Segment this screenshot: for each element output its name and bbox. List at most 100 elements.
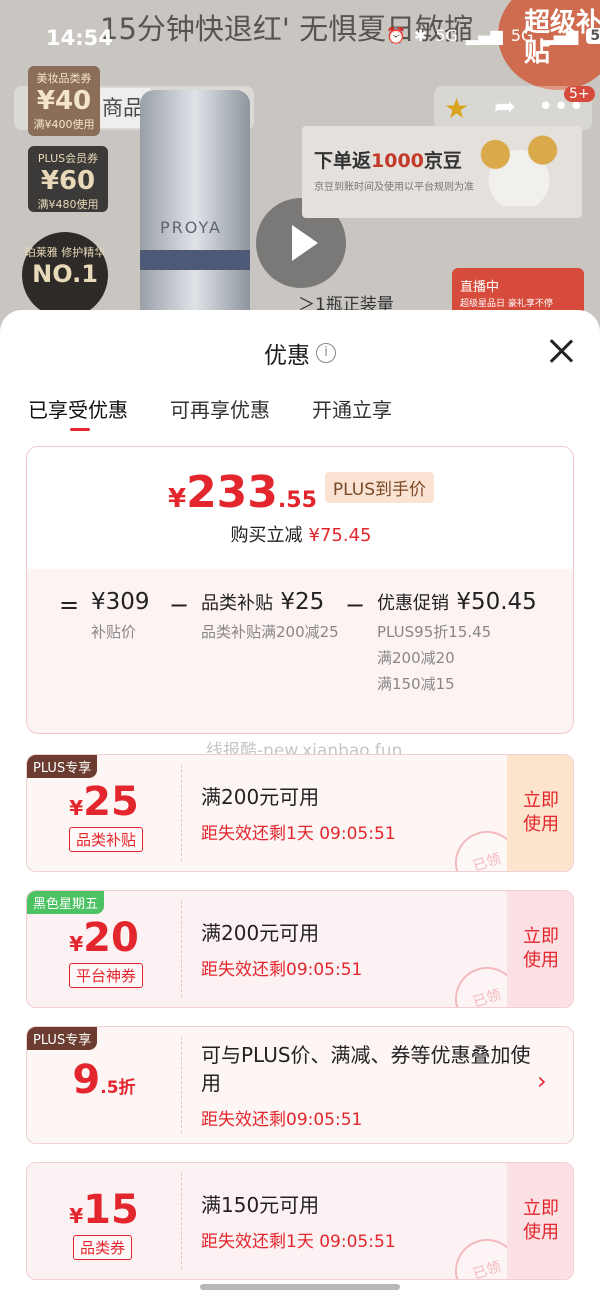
coupon-amount-number: 9	[72, 1057, 101, 1103]
category-subsidy-value: ¥25	[280, 589, 325, 615]
plus-coupon-condition: 满¥480使用	[37, 198, 99, 211]
tab-activate-now[interactable]: 开通立享	[312, 394, 392, 423]
coupon-expiry: 距失效还剩09:05:51	[201, 960, 363, 980]
bluetooth-icon: ✱	[413, 26, 428, 45]
use-now-button[interactable]: 立即 使用	[507, 1163, 573, 1279]
coupon-value-area: ¥15 品类券	[27, 1163, 181, 1279]
equals-sign: =	[59, 591, 80, 619]
signal-icon: ▂▄▆	[541, 26, 579, 45]
coupon-condition: 满200元可用	[201, 785, 320, 809]
minus-sign: −	[169, 591, 190, 619]
use-now-button[interactable]: 立即 使用	[507, 755, 573, 871]
coupon-value-area: PLUS专享 9.5折	[27, 1027, 181, 1143]
plus-coupon-value: ¥60	[40, 166, 96, 196]
instant-discount-value: ¥75.45	[308, 525, 372, 546]
coupon-condition: 可与PLUS价、满减、券等优惠叠加使用	[201, 1043, 531, 1095]
close-icon[interactable]	[546, 336, 576, 366]
tab-enjoyed-discounts[interactable]: 已享受优惠	[28, 394, 128, 431]
beauty-coupon-condition: 满¥400使用	[33, 118, 95, 131]
coupon-card[interactable]: PLUS专享 ¥25 品类补贴 满200元可用 距失效还剩1天 09:05:51…	[26, 754, 574, 872]
coupon-amount-number: 20	[83, 915, 139, 961]
coupon-amount-suffix: .5折	[100, 1078, 136, 1098]
coupon-type: 品类券	[73, 1235, 133, 1260]
coupon-currency: ¥	[69, 796, 84, 820]
product-page-background: 15分钟快退红' 无惧夏日敏摍 超级补贴 14:54 ⏰ ✱ 5G ▂▄▆ 5G…	[0, 0, 600, 340]
coupon-divider	[181, 1173, 182, 1269]
coupon-expiry: 距失效还剩1天 09:05:51	[201, 1232, 396, 1252]
product-image	[140, 90, 250, 340]
coupon-value-area: 黑色星期五 ¥20 平台神券	[27, 891, 181, 1007]
sheet-title: 优惠 i	[0, 336, 600, 370]
coupon-divider	[181, 1037, 182, 1133]
minus-sign: −	[345, 591, 366, 619]
status-time: 14:54	[46, 26, 113, 50]
plus-coupon: PLUS会员券 ¥60 满¥480使用	[28, 146, 108, 212]
brand-line: 珀莱雅 修护精华	[24, 246, 106, 259]
final-price: ¥233.55 PLUS到手价	[27, 467, 573, 518]
coupon-card[interactable]: ¥15 品类券 满150元可用 距失效还剩1天 09:05:51 已领 立即 使用	[26, 1162, 574, 1280]
live-stream-card[interactable]: 直播中 超级星品日 豪礼享不停	[452, 268, 584, 316]
coupon-divider	[181, 765, 182, 861]
discount-sheet: 优惠 i 已享受优惠 可再享优惠 开通立享 ¥233.55 PLUS到手价 购买立减…	[0, 310, 600, 1307]
coupon-tag: PLUS专享	[27, 1027, 98, 1050]
use-now-button[interactable]: 立即 使用	[507, 891, 573, 1007]
promotion-line: PLUS95折15.45	[377, 623, 492, 641]
promotion-line: 满200减20	[377, 649, 455, 667]
instant-discount: 购买立减 ¥75.45	[27, 521, 573, 547]
product-brand-label: PROYA	[160, 218, 222, 237]
beauty-coupon-tag: 美妆品类券	[36, 72, 92, 85]
price-currency: ¥	[167, 484, 187, 514]
coupon-amount-number: 15	[83, 1187, 139, 1233]
coupon-condition: 满150元可用	[201, 1193, 320, 1217]
promotion-label: 优惠促销	[377, 593, 449, 614]
coupon-currency: ¥	[69, 932, 84, 956]
plus-price-tag: PLUS到手价	[324, 472, 435, 503]
share-icon[interactable]: ➦	[494, 92, 516, 122]
coupon-expiry: 距失效还剩1天 09:05:51	[201, 824, 396, 844]
coupon-amount-number: 25	[83, 779, 139, 825]
price-breakdown: = ¥309 补贴价 − 品类补贴 ¥25 品类补贴满200减25 − 优惠促销…	[27, 569, 573, 733]
promotion-details: PLUS95折15.45 满200减20 满150减15	[377, 619, 491, 697]
product-image-ring	[140, 250, 250, 270]
instant-discount-label: 购买立减	[230, 525, 303, 546]
coupon-amount: ¥25	[27, 779, 181, 825]
beauty-coupon: 美妆品类券 ¥40 满¥400使用	[28, 66, 100, 136]
network-label: 5G	[510, 26, 534, 45]
discount-tabs: 已享受优惠 可再享优惠 开通立享	[28, 394, 392, 431]
jingdou-promo-note: 京豆到账时间及使用以平台规则为准	[314, 182, 474, 193]
message-count-badge: 5+	[564, 86, 595, 102]
coupon-value-area: PLUS专享 ¥25 品类补贴	[27, 755, 181, 871]
coupon-card[interactable]: 黑色星期五 ¥20 平台神券 满200元可用 距失效还剩09:05:51 已领 …	[26, 890, 574, 1008]
signal-icon: ▂▄▆	[465, 26, 503, 45]
price-decimal: .55	[277, 488, 317, 513]
no1-text: NO.1	[32, 260, 98, 288]
jingdou-promo-title: 下单返1000京豆	[314, 146, 462, 173]
category-subsidy: 品类补贴 ¥25	[201, 589, 324, 615]
info-icon[interactable]: i	[316, 343, 336, 363]
beauty-coupon-value: ¥40	[36, 86, 92, 116]
live-sub: 超级星品日 豪礼享不停	[460, 299, 553, 309]
network-label: 5G	[435, 26, 458, 45]
promo-title-suffix: 京豆	[423, 150, 462, 172]
price-summary-card: ¥233.55 PLUS到手价 购买立减 ¥75.45 = ¥309 补贴价 − 品…	[26, 446, 574, 734]
coupon-tag: 黑色星期五	[27, 891, 105, 914]
coupon-tag: PLUS专享	[27, 755, 98, 778]
live-label: 直播中	[460, 280, 500, 295]
coupon-expiry: 距失效还剩09:05:51	[201, 1110, 363, 1130]
coupon-currency: ¥	[69, 1204, 84, 1228]
promo-title-prefix: 下单返	[314, 150, 372, 172]
category-subsidy-detail: 品类补贴满200减25	[201, 623, 339, 641]
coupon-type: 品类补贴	[69, 827, 144, 852]
coupon-amount: ¥15	[27, 1187, 181, 1233]
battery-icon: 54	[586, 27, 600, 44]
sheet-title-text: 优惠	[264, 343, 310, 369]
promo-title-number: 1000	[371, 150, 424, 172]
coupon-amount: ¥20	[27, 915, 181, 961]
promotion-value: ¥50.45	[456, 589, 537, 615]
coupon-condition: 满200元可用	[201, 921, 320, 945]
tab-more-discounts[interactable]: 可再享优惠	[170, 394, 270, 423]
home-indicator[interactable]	[200, 1284, 400, 1290]
coupon-card[interactable]: PLUS专享 9.5折 可与PLUS价、满减、券等优惠叠加使用 距失效还剩09:…	[26, 1026, 574, 1144]
alarm-icon: ⏰	[386, 26, 406, 45]
chevron-right-icon[interactable]: ›	[537, 1067, 547, 1095]
